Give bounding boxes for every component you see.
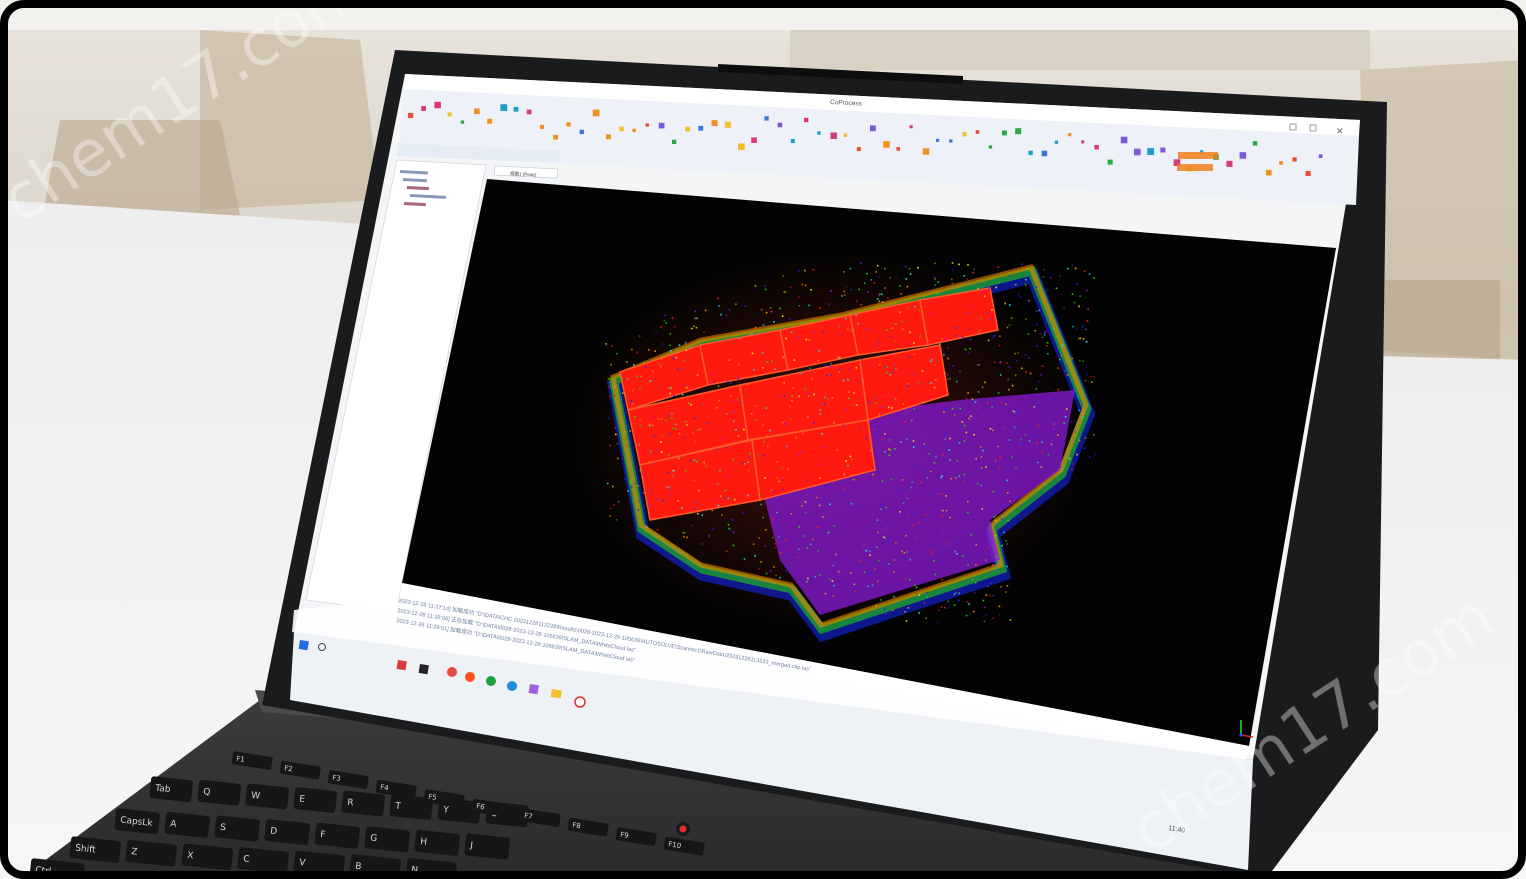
photo-scene: LENOVO TabQWERTYUCapsLkASDFGHJShiftZXCVB… [0, 0, 1526, 879]
notification-icon[interactable] [447, 667, 457, 677]
key-label: D [270, 826, 278, 837]
key-label: Tab [154, 783, 171, 795]
ribbon-button[interactable] [883, 141, 890, 148]
key-label: F3 [332, 774, 342, 783]
ribbon-button[interactable] [738, 143, 745, 151]
key-label: Q [203, 787, 211, 798]
search-app-icon[interactable] [465, 672, 475, 682]
ribbon-button[interactable] [1147, 148, 1155, 155]
ribbon-button[interactable] [408, 112, 414, 119]
ribbon-button[interactable] [1305, 170, 1311, 176]
ribbon-button[interactable] [817, 131, 821, 135]
ribbon-button[interactable] [474, 108, 480, 115]
ribbon-button[interactable] [751, 137, 757, 143]
ribbon-button[interactable] [1015, 128, 1022, 135]
ribbon-button[interactable] [500, 104, 508, 111]
ribbon-button[interactable] [1068, 133, 1072, 137]
ribbon-button[interactable] [645, 123, 649, 127]
store-icon[interactable] [528, 684, 539, 695]
ribbon-button[interactable] [1028, 150, 1033, 156]
ribbon-button[interactable] [1134, 148, 1141, 156]
ribbon-button[interactable] [1054, 140, 1059, 144]
key-label: F1 [236, 755, 246, 764]
key-label: F5 [428, 793, 438, 802]
ribbon-button[interactable] [1252, 141, 1258, 146]
ribbon-button[interactable] [949, 139, 953, 143]
ribbon-button[interactable] [764, 116, 769, 121]
ribbon-button[interactable] [619, 126, 624, 132]
ribbon-button[interactable] [711, 120, 718, 127]
key-label: B [355, 862, 362, 873]
ribbon-button[interactable] [856, 147, 861, 152]
ribbon-button[interactable] [1160, 147, 1166, 153]
calendar-icon[interactable] [396, 660, 407, 671]
ribbon-button[interactable] [487, 118, 493, 124]
key-label: R [347, 798, 354, 809]
ribbon-button[interactable] [804, 117, 809, 123]
ribbon-button[interactable] [870, 125, 876, 132]
ribbon-button[interactable] [447, 112, 452, 117]
key-label: W [251, 791, 261, 802]
ribbon-button[interactable] [460, 120, 465, 124]
ribbon-button[interactable] [579, 129, 584, 135]
folder-icon[interactable] [550, 689, 562, 699]
edge-icon[interactable] [507, 681, 517, 691]
coprocess-taskbar-icon[interactable] [574, 696, 586, 708]
ribbon-button[interactable] [922, 148, 930, 155]
ribbon-button[interactable] [698, 125, 704, 131]
ribbon-highlight-button[interactable] [1177, 164, 1213, 171]
ribbon-button[interactable] [830, 132, 837, 140]
ribbon-button[interactable] [685, 126, 690, 132]
ribbon-button[interactable] [790, 139, 795, 144]
ribbon-button[interactable] [553, 134, 558, 140]
ribbon-highlight-button[interactable] [1178, 152, 1218, 159]
ribbon-button[interactable] [1041, 150, 1048, 157]
ribbon-button[interactable] [988, 145, 993, 149]
ribbon-button[interactable] [909, 125, 913, 129]
ribbon-button[interactable] [421, 106, 426, 111]
ribbon-button[interactable] [724, 121, 731, 128]
ribbon-button[interactable] [843, 133, 848, 138]
start-icon[interactable] [298, 639, 309, 651]
ribbon-button[interactable] [1081, 140, 1085, 144]
app-green-icon[interactable] [486, 676, 496, 686]
key-label: F7 [524, 812, 534, 821]
ribbon-button[interactable] [606, 134, 611, 140]
key-label: F2 [284, 764, 294, 773]
ribbon-button[interactable] [896, 147, 901, 151]
ribbon-button[interactable] [975, 130, 980, 134]
ribbon-button[interactable] [1239, 152, 1247, 159]
ribbon-button[interactable] [434, 101, 441, 109]
ribbon-button[interactable] [540, 124, 545, 129]
ribbon-button[interactable] [1292, 157, 1297, 162]
ribbon-button[interactable] [1266, 169, 1272, 176]
ribbon-button[interactable] [1226, 160, 1233, 167]
ribbon-button[interactable] [1120, 136, 1128, 144]
key-label: X [187, 851, 194, 862]
ribbon-button[interactable] [1002, 130, 1007, 136]
ribbon-button[interactable] [1107, 159, 1113, 165]
terminal-icon[interactable] [418, 664, 429, 675]
ribbon-button[interactable] [1279, 161, 1283, 165]
ribbon-button[interactable] [672, 139, 677, 144]
ribbon-button[interactable] [1094, 145, 1099, 150]
ribbon-button[interactable] [936, 138, 940, 142]
ribbon-button[interactable] [566, 122, 571, 127]
key-label: F8 [572, 821, 582, 830]
key-label: F [320, 830, 326, 840]
ribbon-button[interactable] [658, 122, 665, 129]
ribbon-button[interactable] [513, 106, 519, 112]
key-label: H [420, 837, 428, 848]
ribbon-button[interactable] [777, 122, 783, 128]
ribbon-button[interactable] [526, 109, 532, 115]
key-label: G [370, 834, 378, 845]
key-label: F9 [620, 831, 630, 840]
ribbon-button[interactable] [592, 109, 600, 117]
key-label: C [243, 854, 250, 865]
ribbon-button[interactable] [962, 132, 967, 137]
ribbon-button[interactable] [632, 128, 636, 133]
ribbon-button[interactable] [1318, 154, 1323, 159]
key-label: Z [131, 847, 138, 858]
